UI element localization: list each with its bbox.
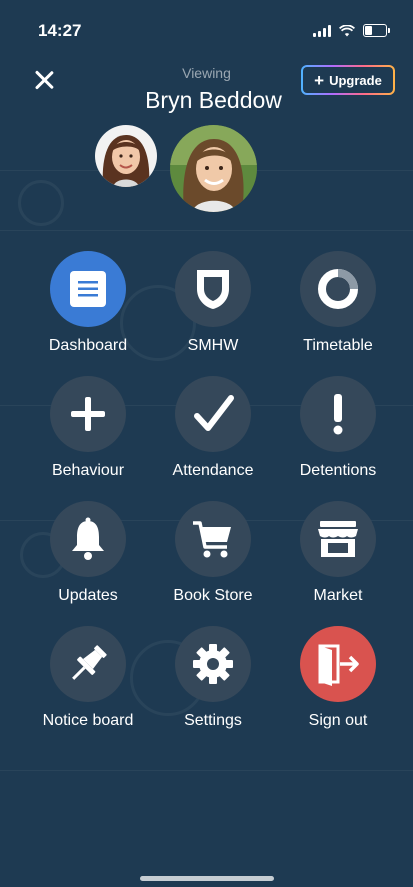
ring-icon: [300, 251, 376, 327]
menu-item-behaviour[interactable]: Behaviour: [28, 376, 148, 480]
shield-icon: [175, 251, 251, 327]
menu-item-notice-board[interactable]: Notice board: [28, 626, 148, 730]
menu-item-detentions[interactable]: Detentions: [278, 376, 398, 480]
menu-item-label: SMHW: [187, 337, 239, 354]
menu-item-timetable[interactable]: Timetable: [278, 251, 398, 355]
bell-icon: [50, 501, 126, 577]
menu-item-label: Settings: [184, 712, 242, 729]
app-screen: 14:27 Viewing Bryn Beddow + Upgrade Dash…: [0, 0, 413, 887]
menu-item-label: Attendance: [172, 462, 254, 479]
menu-item-label: Dashboard: [48, 337, 128, 354]
store-icon: [300, 501, 376, 577]
cart-icon: [175, 501, 251, 577]
menu-item-attendance[interactable]: Attendance: [153, 376, 273, 480]
plus-icon: +: [314, 70, 325, 90]
upgrade-label: Upgrade: [329, 72, 382, 88]
menu-item-label: Notice board: [42, 712, 134, 729]
menu-item-book-store[interactable]: Book Store: [153, 501, 273, 605]
menu-item-updates[interactable]: Updates: [28, 501, 148, 605]
menu-item-settings[interactable]: Settings: [153, 626, 273, 730]
menu-item-smhw[interactable]: SMHW: [153, 251, 273, 355]
gear-icon: [175, 626, 251, 702]
document-icon: [50, 251, 126, 327]
status-icons: [313, 24, 390, 37]
wifi-icon: [339, 24, 355, 36]
upgrade-button[interactable]: + Upgrade: [301, 65, 395, 95]
menu-item-sign-out[interactable]: Sign out: [278, 626, 398, 730]
status-time: 14:27: [38, 21, 82, 40]
menu-item-label: Market: [313, 587, 363, 604]
avatar-student-1[interactable]: [95, 125, 157, 187]
menu-item-dashboard[interactable]: Dashboard: [28, 251, 148, 355]
menu-item-label: Timetable: [303, 337, 373, 354]
exclamation-icon: [300, 376, 376, 452]
menu-item-label: Sign out: [308, 712, 368, 729]
pin-icon: [50, 626, 126, 702]
status-bar: 14:27: [0, 0, 413, 56]
menu-item-label: Behaviour: [51, 462, 125, 479]
menu-item-label: Updates: [58, 587, 118, 604]
signal-icon: [313, 24, 331, 37]
menu-item-label: Detentions: [299, 462, 377, 479]
battery-icon: [363, 24, 390, 37]
plus-icon: [50, 376, 126, 452]
home-indicator[interactable]: [140, 876, 274, 881]
sign-out-icon: [300, 626, 376, 702]
menu-item-label: Book Store: [173, 587, 253, 604]
menu-item-market[interactable]: Market: [278, 501, 398, 605]
avatar-student-2[interactable]: [170, 125, 257, 212]
checkmark-icon: [175, 376, 251, 452]
